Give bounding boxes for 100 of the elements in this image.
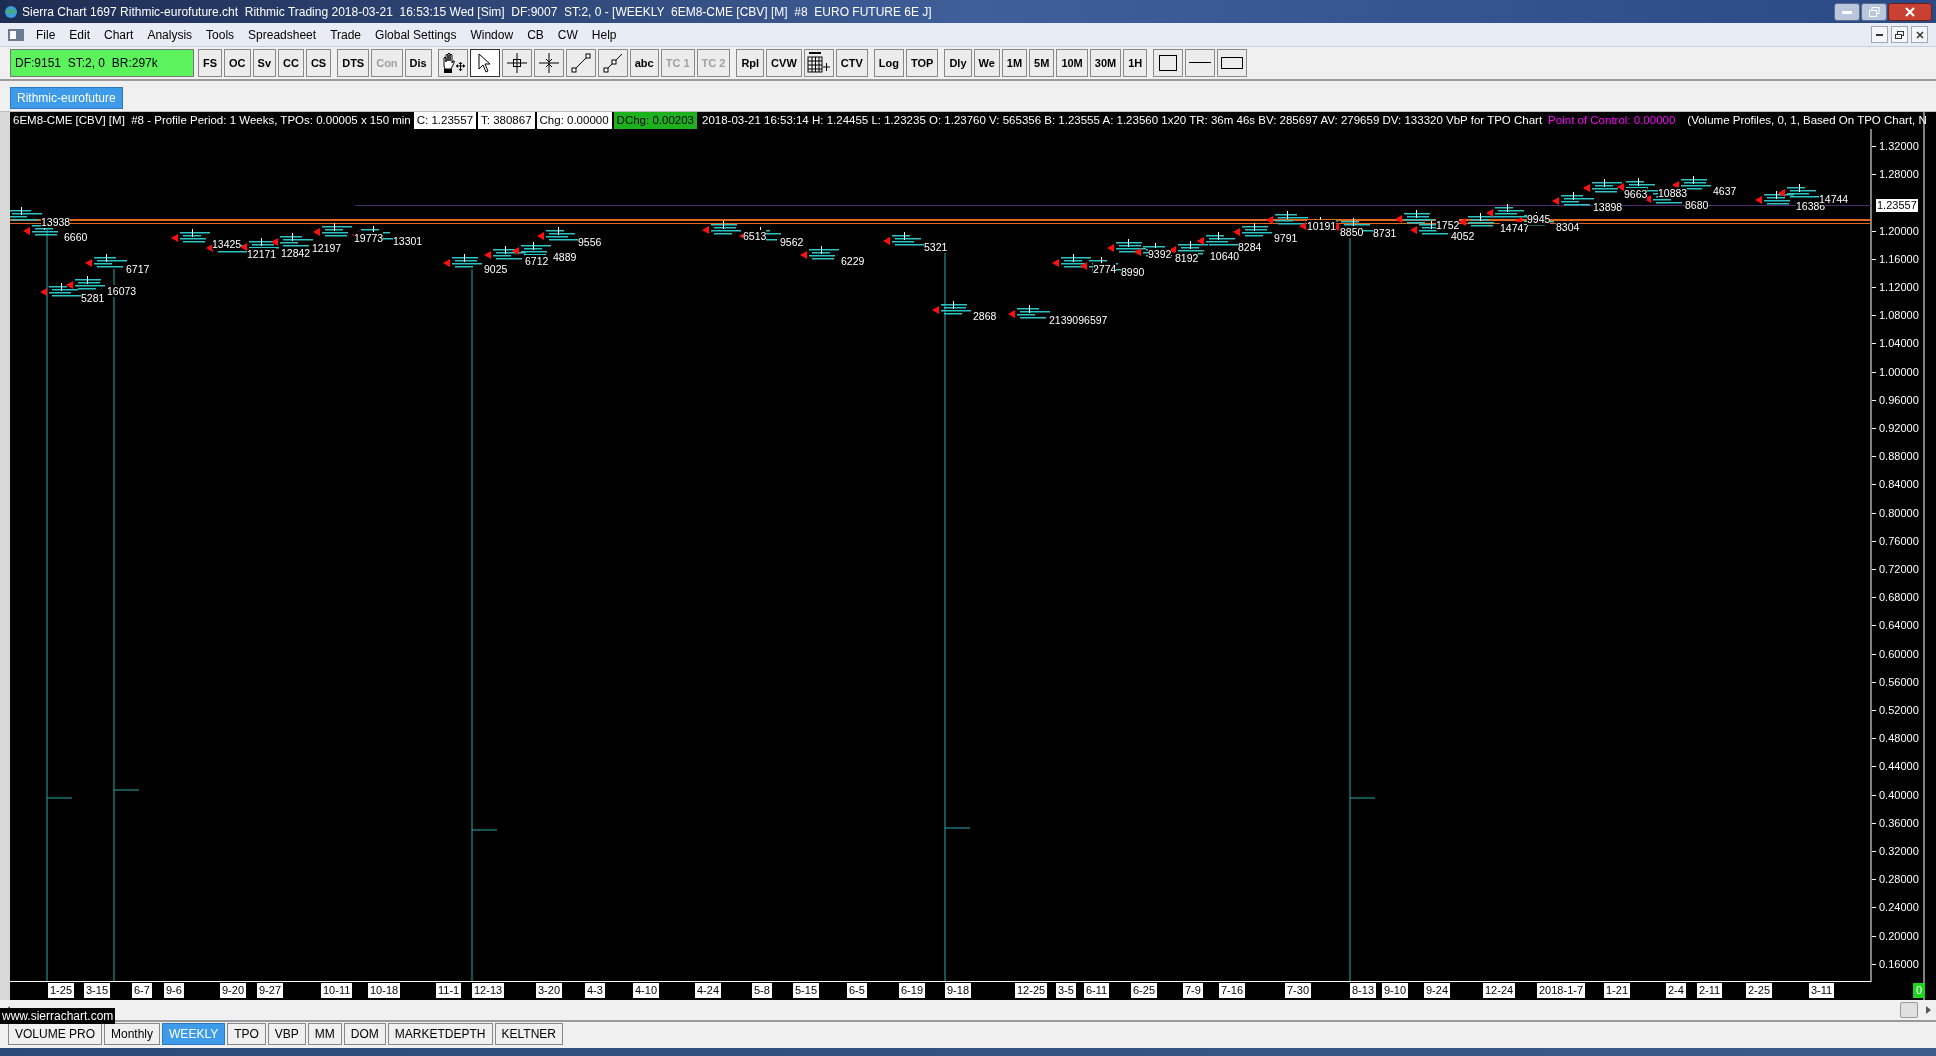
- toolbar-button[interactable]: Dis: [404, 49, 432, 77]
- sheet-tab[interactable]: VOLUME PRO: [8, 1023, 102, 1045]
- date-axis-label: 3-15: [84, 983, 111, 998]
- scroll-right-icon[interactable]: [1924, 1005, 1932, 1015]
- volume-label: 13938: [41, 216, 71, 228]
- menu-item[interactable]: Window: [470, 25, 514, 44]
- menu-item[interactable]: Edit: [69, 25, 91, 44]
- price-axis-label: 0.28000: [1879, 873, 1919, 886]
- date-axis-label: 11-1: [436, 983, 462, 998]
- date-axis-label: 5-15: [793, 983, 820, 998]
- menu-item[interactable]: Tools: [206, 25, 235, 44]
- rectangle-icon: [1221, 57, 1244, 69]
- volume-label: 12842: [281, 247, 311, 259]
- menu-item[interactable]: CW: [557, 25, 578, 44]
- volume-label: 10640: [1210, 250, 1240, 262]
- toolbar-button[interactable]: [1153, 49, 1184, 77]
- sheet-tab[interactable]: DOM: [343, 1023, 386, 1045]
- toolbar-button[interactable]: CS: [305, 49, 332, 77]
- sheet-tab[interactable]: MARKETDEPTH: [387, 1023, 493, 1045]
- close-button[interactable]: [1911, 26, 1928, 43]
- toolbar-button[interactable]: CC: [278, 49, 304, 77]
- sheet-tab[interactable]: MM: [307, 1023, 342, 1045]
- date-axis-label: 4-3: [585, 983, 605, 998]
- volume-label: 19773: [354, 232, 384, 244]
- date-axis-label: 6-5: [847, 983, 867, 998]
- toolbar-button[interactable]: OC: [224, 49, 251, 77]
- toolbar-button[interactable]: [437, 49, 468, 77]
- menu-item[interactable]: Trade: [330, 25, 362, 44]
- volume-label: 6712: [525, 255, 549, 267]
- toolbar-button[interactable]: [565, 49, 596, 77]
- date-axis-label: 8-13: [1350, 983, 1377, 998]
- toolbar-button[interactable]: FS: [198, 49, 223, 77]
- toolbar-button[interactable]: We: [973, 49, 1000, 77]
- volume-label: 5321: [924, 241, 948, 253]
- minimize-button[interactable]: [1871, 26, 1888, 43]
- volume-label: 10883: [1658, 187, 1688, 199]
- menu-item[interactable]: Chart: [104, 25, 134, 44]
- date-axis-label: 12-25: [1015, 983, 1048, 998]
- toolbar-button[interactable]: [501, 49, 532, 77]
- toolbar-button[interactable]: [1185, 49, 1216, 77]
- price-axis-label: 0.88000: [1879, 450, 1919, 463]
- price-axis-label: 1.32000: [1879, 140, 1919, 152]
- toolbar-button[interactable]: CVW: [766, 49, 802, 77]
- date-axis-label: 9-27: [257, 983, 284, 998]
- price-axis-label: 1.08000: [1879, 309, 1919, 322]
- toolbar-button[interactable]: TOP: [905, 49, 939, 77]
- sheet-tab[interactable]: VBP: [267, 1023, 306, 1045]
- toolbar-button[interactable]: 1M: [1001, 49, 1028, 77]
- toolbar-button[interactable]: CTV: [835, 49, 868, 77]
- toolbar-button[interactable]: [803, 49, 834, 77]
- date-axis-label: 6-19: [899, 983, 926, 998]
- toolbar-button[interactable]: Dly: [944, 49, 972, 77]
- volume-label: 9945: [1527, 213, 1551, 225]
- horizontal-line-icon: [1189, 62, 1212, 64]
- toolbar-button[interactable]: DTS: [337, 49, 370, 77]
- price-axis-label: 1.12000: [1879, 281, 1919, 293]
- restore-button[interactable]: [1891, 26, 1908, 43]
- volume-label: 8304: [1556, 221, 1580, 233]
- minimize-icon: [1842, 9, 1852, 14]
- crosshair-icon: [506, 53, 527, 73]
- date-axis-label: 2018-1-7: [1537, 983, 1586, 998]
- toolbar-button[interactable]: 10M: [1056, 49, 1088, 77]
- date-axis-label: 2-4: [1666, 983, 1686, 998]
- sheet-tab[interactable]: Monthly: [104, 1023, 161, 1045]
- minimize-icon: [1876, 33, 1883, 36]
- toolbar-button[interactable]: [469, 49, 500, 77]
- menu-item[interactable]: Spreadsheet: [248, 25, 317, 44]
- toolbar-button[interactable]: [597, 49, 628, 77]
- sheet-tab[interactable]: TPO: [227, 1023, 266, 1045]
- restore-icon: [1895, 30, 1904, 39]
- toolbar-button[interactable]: 30M: [1089, 49, 1122, 77]
- volume-label: 9663: [1624, 188, 1648, 200]
- toolbar-button[interactable]: Rpl: [736, 49, 765, 77]
- close-button[interactable]: [1888, 2, 1932, 21]
- date-axis-label: 2-25: [1746, 983, 1773, 998]
- volume-label: 2774: [1093, 263, 1117, 275]
- volume-label: 9562: [780, 236, 804, 248]
- scrollbar-thumb[interactable]: [1900, 1002, 1918, 1018]
- crosshair-icon: [538, 53, 559, 73]
- toolbar-button[interactable]: 5M: [1029, 49, 1055, 77]
- toolbar-button[interactable]: abc: [629, 49, 659, 77]
- date-axis-label: 12-13: [472, 983, 505, 998]
- menu-item[interactable]: Analysis: [147, 25, 193, 44]
- restore-button[interactable]: [1861, 2, 1887, 21]
- date-axis-label: 9-10: [1382, 983, 1409, 998]
- price-axis-label: 0.56000: [1879, 675, 1919, 688]
- price-axis-label: 0.80000: [1879, 506, 1919, 519]
- minimize-button[interactable]: [1834, 2, 1860, 21]
- menu-item[interactable]: Help: [591, 25, 617, 44]
- sheet-tab[interactable]: KELTNER: [494, 1023, 563, 1045]
- toolbar-button[interactable]: [1217, 49, 1248, 77]
- menu-item[interactable]: File: [36, 25, 56, 44]
- document-icon[interactable]: [8, 28, 24, 41]
- price-axis-label: 1.04000: [1879, 337, 1919, 350]
- menu-item[interactable]: CB: [527, 25, 544, 44]
- toolbar-button[interactable]: Sv: [252, 49, 277, 77]
- window-title: Sierra Chart 1697 Rithmic-eurofuture.cht Rithmic Trading 2018-03-21 16:53:15 Wed [Sim] DF:9007 ST:2, 0 - [WEEKLY 6EM8-CME [CBV] [M] #8 EURO FUTURE 6E J]: [22, 3, 932, 21]
- menu-item[interactable]: Global Settings: [375, 25, 457, 44]
- toolbar-button[interactable]: Log: [873, 49, 904, 77]
- toolbar-button[interactable]: 1H: [1123, 49, 1148, 77]
